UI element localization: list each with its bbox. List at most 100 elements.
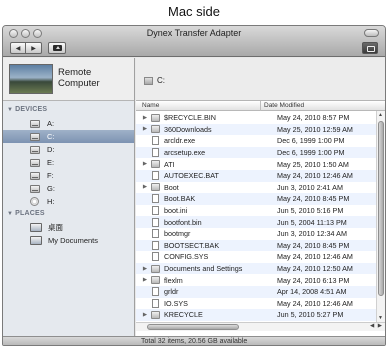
sidebar-item-f[interactable]: F:: [3, 169, 134, 182]
file-row[interactable]: ▶ ATI May 25, 2010 1:50 AM: [136, 158, 376, 170]
sidebar-item-label: My Documents: [48, 236, 99, 245]
drive-icon: [30, 158, 40, 167]
scroll-up-arrow-icon[interactable]: ▲: [378, 112, 383, 118]
sidebar-item-my-documents[interactable]: My Documents: [3, 234, 134, 247]
title-bar: Dynex Transfer Adapter ◀ ▶: [3, 26, 385, 57]
sidebar-item-label: A:: [47, 119, 55, 128]
expand-triangle-icon[interactable]: ▶: [141, 277, 149, 283]
sidebar-item-label: H:: [47, 197, 55, 206]
file-name: arcsetup.exe: [164, 148, 206, 158]
file-row[interactable]: ▶ $RECYCLE.BIN May 24, 2010 8:57 PM: [136, 112, 376, 124]
file-date-modified: May 24, 2010 8:45 PM: [277, 194, 350, 204]
file-row[interactable]: ▶ 360Downloads May 25, 2010 12:59 AM: [136, 123, 376, 136]
desktop-icon: [30, 223, 42, 232]
file-date-modified: Dec 6, 1999 1:00 PM: [277, 136, 345, 146]
horizontal-scroll-thumb[interactable]: [147, 324, 239, 330]
back-button[interactable]: ◀: [10, 42, 26, 54]
file-row[interactable]: ▶ flexlm May 24, 2010 6:13 PM: [136, 274, 376, 286]
current-path: C:: [157, 76, 165, 85]
sidebar-item-a[interactable]: A:: [3, 117, 134, 130]
forward-arrow-icon: ▶: [31, 45, 36, 52]
file-date-modified: May 24, 2010 6:13 PM: [277, 275, 350, 285]
file-row[interactable]: BOOTSECT.BAK May 24, 2010 8:45 PM: [136, 239, 376, 252]
remote-label-line1: Remote: [58, 67, 92, 78]
places-header-label: PLACES: [15, 210, 45, 217]
file-date-modified: May 25, 2010 1:50 AM: [277, 159, 349, 169]
folder-icon: [151, 310, 160, 319]
file-name: bootfont.bin: [164, 217, 202, 227]
date-column-header[interactable]: Date Modified: [264, 102, 304, 109]
sidebar-item-g[interactable]: G:: [3, 182, 134, 195]
sidebar-item-e[interactable]: E:: [3, 156, 134, 169]
file-row[interactable]: IO.SYS May 24, 2010 12:46 AM: [136, 298, 376, 310]
expand-triangle-icon[interactable]: ▶: [141, 115, 149, 121]
places-header[interactable]: ▼ PLACES: [7, 210, 45, 217]
expand-triangle-icon[interactable]: ▶: [141, 266, 149, 272]
forward-button[interactable]: ▶: [26, 42, 42, 54]
file-list: ▶ $RECYCLE.BIN May 24, 2010 8:57 PM ▶ 360Dow…: [136, 112, 376, 322]
remote-computer-panel[interactable]: Remote Computer: [3, 58, 134, 101]
file-name: Boot: [164, 182, 179, 192]
horizontal-scrollbar[interactable]: ◀ ▶: [136, 322, 385, 331]
name-column-header[interactable]: Name: [142, 102, 159, 109]
folder-icon: [151, 276, 160, 285]
remote-label-line2: Computer: [58, 78, 100, 89]
file-row[interactable]: ▶ Boot Jun 3, 2010 2:41 AM: [136, 182, 376, 194]
file-row[interactable]: boot.ini Jun 5, 2010 5:16 PM: [136, 205, 376, 217]
file-date-modified: May 24, 2010 8:45 PM: [277, 240, 350, 250]
file-date-modified: May 24, 2010 12:46 AM: [277, 298, 353, 308]
vertical-scrollbar[interactable]: ▲ ▼: [376, 111, 385, 322]
status-text: Total 32 items, 20.56 GB available: [141, 338, 248, 345]
sidebar: Remote Computer ▼ DEVICES A: C: D: E: F: …: [3, 58, 135, 337]
expand-triangle-icon[interactable]: ▶: [141, 184, 149, 190]
file-icon: [152, 148, 159, 158]
file-row[interactable]: grldr Apr 14, 2008 4:51 AM: [136, 285, 376, 298]
sidebar-toggle-button[interactable]: [362, 42, 378, 54]
file-row[interactable]: bootmgr Jun 3, 2010 12:34 AM: [136, 228, 376, 240]
vertical-scroll-thumb[interactable]: [378, 121, 384, 296]
scroll-down-arrow-icon[interactable]: ▼: [378, 315, 383, 321]
expand-triangle-icon[interactable]: ▶: [141, 161, 149, 167]
file-name: Boot.BAK: [164, 194, 196, 204]
devices-header[interactable]: ▼ DEVICES: [7, 106, 47, 113]
folder-icon: [151, 264, 160, 273]
sidebar-item-d[interactable]: D:: [3, 143, 134, 156]
file-row[interactable]: AUTOEXEC.BAT May 24, 2010 12:46 AM: [136, 169, 376, 182]
file-row[interactable]: ▶ KRECYCLE Jun 5, 2010 5:27 PM: [136, 309, 376, 321]
figure-caption: Mac side: [167, 4, 221, 19]
toolbar-toggle-button[interactable]: [364, 29, 379, 37]
expand-triangle-icon[interactable]: ▶: [141, 126, 149, 132]
drive-icon: [30, 171, 40, 180]
file-icon: [152, 194, 159, 204]
file-date-modified: May 24, 2010 8:57 PM: [277, 113, 350, 123]
file-date-modified: May 24, 2010 12:46 AM: [277, 171, 353, 181]
file-date-modified: Jun 3, 2010 12:34 AM: [277, 229, 347, 239]
file-date-modified: May 24, 2010 12:46 AM: [277, 252, 353, 262]
path-bar: C:: [136, 58, 385, 101]
parent-folder-button[interactable]: [48, 42, 66, 54]
file-row[interactable]: CONFIG.SYS May 24, 2010 12:46 AM: [136, 251, 376, 263]
file-name: ATI: [164, 159, 175, 169]
file-icon: [152, 287, 159, 297]
file-name: BOOTSECT.BAK: [164, 240, 220, 250]
file-name: 360Downloads: [164, 124, 212, 134]
file-row[interactable]: arcsetup.exe Dec 6, 1999 1:00 PM: [136, 146, 376, 159]
sidebar-item-desktop[interactable]: 桌面: [3, 221, 134, 234]
sidebar-item-c[interactable]: C:: [3, 130, 134, 143]
devices-header-label: DEVICES: [15, 106, 48, 113]
documents-icon: [30, 236, 42, 245]
file-row[interactable]: Boot.BAK May 24, 2010 8:45 PM: [136, 193, 376, 205]
file-name: CONFIG.SYS: [164, 252, 209, 262]
sidebar-item-label: G:: [47, 184, 55, 193]
file-row[interactable]: bootfont.bin Jun 5, 2004 11:13 PM: [136, 216, 376, 228]
column-separator[interactable]: [260, 101, 261, 111]
horizontal-scroll-arrows-icon[interactable]: ◀ ▶: [370, 323, 383, 329]
file-icon: [152, 136, 159, 146]
navigation-buttons: ◀ ▶: [10, 42, 66, 54]
expand-triangle-icon[interactable]: ▶: [141, 312, 149, 318]
drive-icon: [30, 119, 40, 128]
sidebar-item-h[interactable]: H:: [3, 195, 134, 208]
file-date-modified: Jun 3, 2010 2:41 AM: [277, 182, 343, 192]
file-row[interactable]: arcldr.exe Dec 6, 1999 1:00 PM: [136, 135, 376, 147]
file-row[interactable]: ▶ Documents and Settings May 24, 2010 12:5…: [136, 262, 376, 275]
